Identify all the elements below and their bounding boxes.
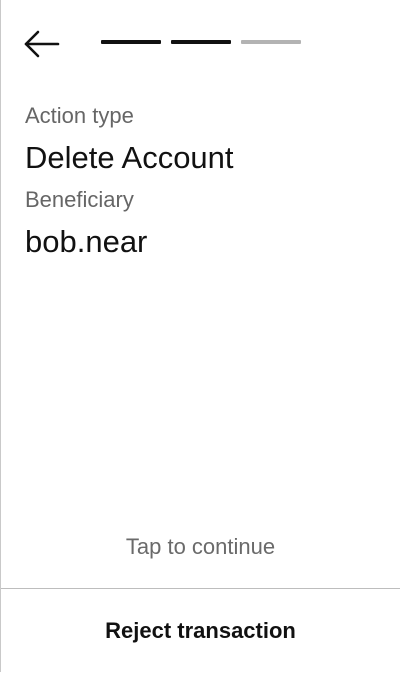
progress-step-3 bbox=[241, 40, 301, 44]
transaction-screen: Action type Delete Account Beneficiary b… bbox=[0, 0, 400, 672]
back-button[interactable] bbox=[19, 26, 63, 62]
action-type-value: Delete Account bbox=[25, 140, 234, 175]
action-type-label: Action type bbox=[25, 103, 134, 128]
progress-step-1 bbox=[101, 40, 161, 44]
progress-step-2 bbox=[171, 40, 231, 44]
tap-to-continue-hint[interactable]: Tap to continue bbox=[1, 533, 400, 561]
reject-transaction-button[interactable]: Reject transaction bbox=[1, 589, 400, 672]
beneficiary-label: Beneficiary bbox=[25, 187, 134, 212]
beneficiary-value: bob.near bbox=[25, 224, 148, 259]
arrow-left-icon bbox=[24, 30, 60, 58]
